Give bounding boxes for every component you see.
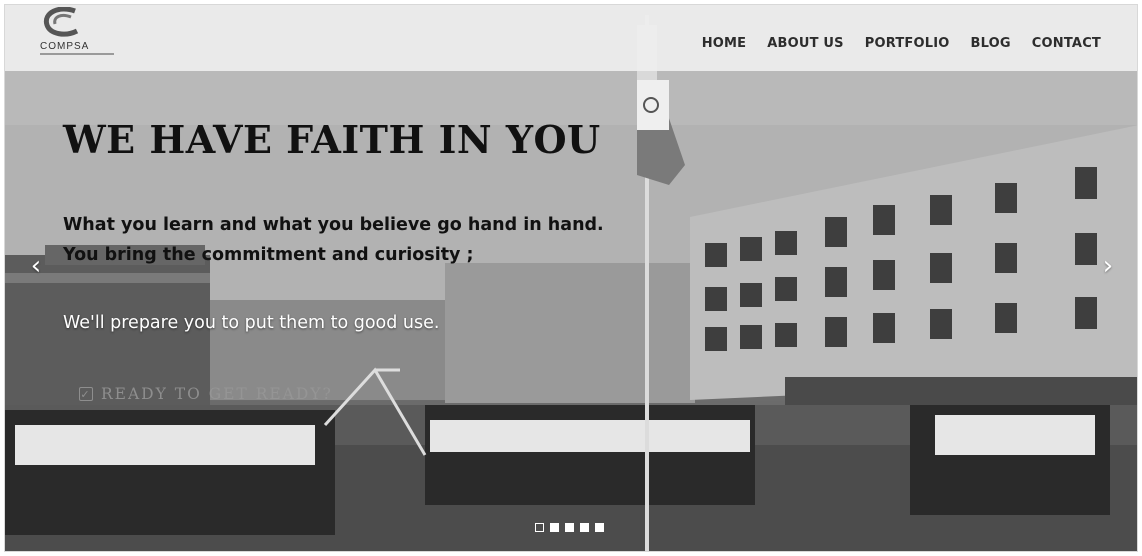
chevron-left-icon[interactable]: ‹ bbox=[25, 253, 47, 279]
slider-dot-5[interactable] bbox=[595, 523, 604, 532]
slider-dot-3[interactable] bbox=[565, 523, 574, 532]
brand-tagline-line bbox=[40, 53, 114, 55]
hero-slide-image bbox=[5, 5, 1137, 551]
brand-name: COMPSA bbox=[40, 41, 90, 52]
campus-photo bbox=[5, 5, 1137, 551]
site-header: COMPSA HOME ABOUT US PORTFOLIO BLOG CONT… bbox=[5, 5, 1137, 71]
slide-text-line-3: We'll prepare you to put them to good us… bbox=[63, 313, 440, 333]
slide-headline: WE HAVE FAITH IN YOU bbox=[63, 117, 601, 162]
logo-swoosh-icon bbox=[43, 7, 79, 37]
main-nav: HOME ABOUT US PORTFOLIO BLOG CONTACT bbox=[702, 36, 1101, 51]
slider-dot-2[interactable] bbox=[550, 523, 559, 532]
slider-dot-1[interactable] bbox=[535, 523, 544, 532]
nav-about-us[interactable]: ABOUT US bbox=[767, 36, 844, 51]
chevron-right-icon[interactable]: › bbox=[1097, 253, 1119, 279]
nav-portfolio[interactable]: PORTFOLIO bbox=[865, 36, 950, 51]
nav-home[interactable]: HOME bbox=[702, 36, 747, 51]
slide-text-line-2: You bring the commitment and curiosity ; bbox=[63, 245, 474, 265]
nav-blog[interactable]: BLOG bbox=[971, 36, 1011, 51]
check-square-icon: ✓ bbox=[79, 387, 93, 401]
slider-dot-4[interactable] bbox=[580, 523, 589, 532]
page-frame: COMPSA HOME ABOUT US PORTFOLIO BLOG CONT… bbox=[4, 4, 1138, 552]
nav-contact[interactable]: CONTACT bbox=[1032, 36, 1101, 51]
slider-pagination bbox=[535, 523, 604, 532]
cta-label: READY TO GET READY? bbox=[101, 385, 333, 403]
ready-cta-button[interactable]: ✓ READY TO GET READY? bbox=[79, 385, 333, 403]
slide-text-line-1: What you learn and what you believe go h… bbox=[63, 215, 604, 235]
logo[interactable]: COMPSA bbox=[37, 7, 115, 63]
